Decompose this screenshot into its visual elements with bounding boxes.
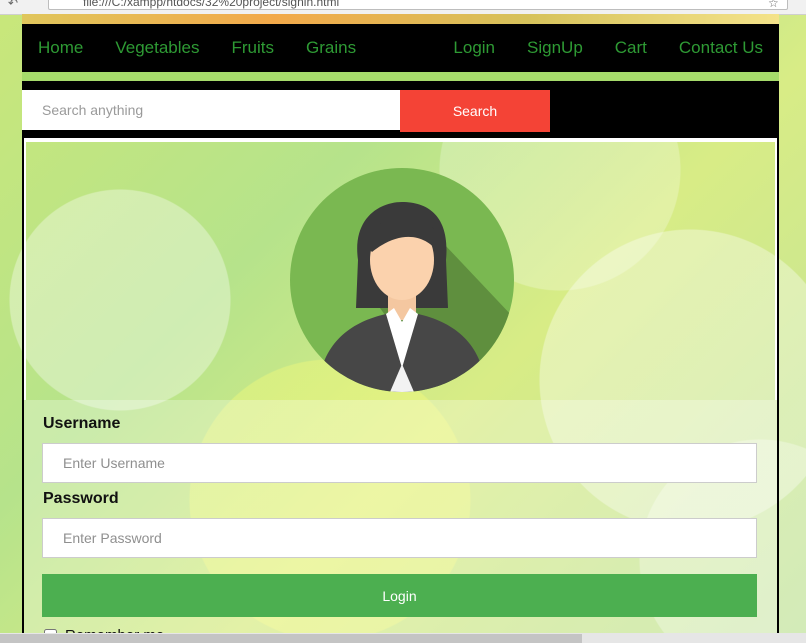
nav-vegetables-link[interactable]: Vegetables xyxy=(99,24,215,72)
nav-contact-link[interactable]: Contact Us xyxy=(663,24,779,72)
nav-cart-link[interactable]: Cart xyxy=(599,24,663,72)
username-input[interactable] xyxy=(42,443,757,483)
horizontal-scrollbar[interactable] xyxy=(0,633,806,643)
nav-fruits-link[interactable]: Fruits xyxy=(216,24,291,72)
browser-toolbar: ↶ file:///C:/xampp/htdocs/32%20project/s… xyxy=(0,0,806,15)
avatar-section xyxy=(24,138,777,400)
header-banner-strip xyxy=(22,14,779,24)
nav-divider-strip xyxy=(22,72,779,81)
main-navbar: Home Vegetables Fruits Grains Login Sign… xyxy=(22,24,779,72)
login-button[interactable]: Login xyxy=(42,574,757,617)
nav-grains-link[interactable]: Grains xyxy=(290,24,372,72)
search-input[interactable] xyxy=(22,90,400,130)
search-button[interactable]: Search xyxy=(400,90,550,132)
search-bar: Search xyxy=(22,81,779,138)
nav-right-group: Login SignUp Cart Contact Us xyxy=(437,24,779,72)
address-url: file:///C:/xampp/htdocs/32%20project/sig… xyxy=(83,0,340,9)
nav-signup-link[interactable]: SignUp xyxy=(511,24,599,72)
user-avatar-icon xyxy=(290,168,514,392)
username-label: Username xyxy=(43,415,121,432)
back-arrow-icon[interactable]: ↶ xyxy=(8,0,18,10)
password-input[interactable] xyxy=(42,518,757,558)
address-bar[interactable]: file:///C:/xampp/htdocs/32%20project/sig… xyxy=(48,0,788,10)
login-form: Username Password Login Remember me xyxy=(24,400,777,643)
bookmark-star-icon[interactable]: ☆ xyxy=(768,0,779,10)
nav-left-group: Home Vegetables Fruits Grains xyxy=(22,24,372,72)
nav-home-link[interactable]: Home xyxy=(22,24,99,72)
password-label: Password xyxy=(43,490,119,507)
scrollbar-thumb[interactable] xyxy=(0,634,582,643)
signin-panel: Username Password Login Remember me xyxy=(22,138,779,643)
nav-login-link[interactable]: Login xyxy=(437,24,511,72)
